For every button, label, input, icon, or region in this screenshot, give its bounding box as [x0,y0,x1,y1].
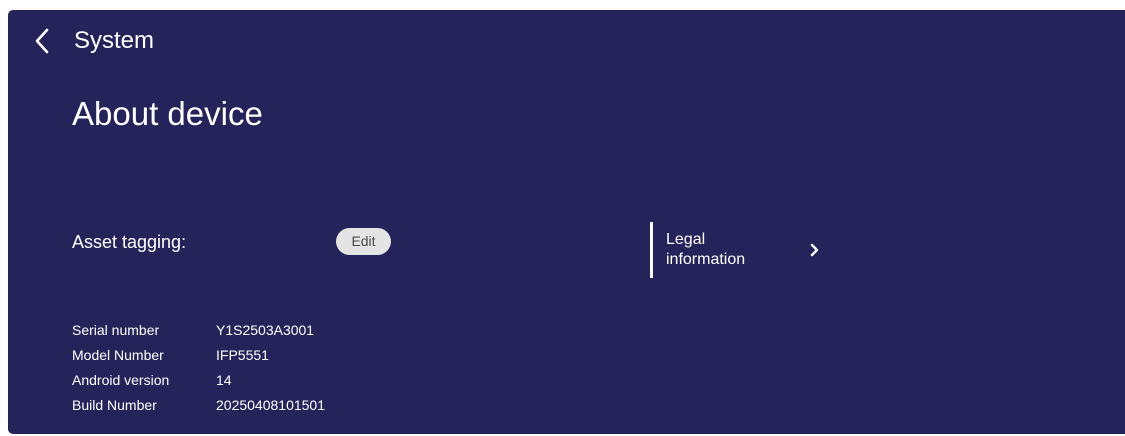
info-label: Model Number [72,346,164,363]
info-label: Build Number [72,396,157,413]
info-row-android-version: Android version 14 [72,367,325,392]
page-title: About device [72,95,263,132]
legal-label-line2: information [666,251,746,268]
edit-button[interactable]: Edit [336,228,391,255]
section-title: System [74,27,155,54]
info-row-model-number: Model Number IFP5551 [72,342,325,367]
info-value: 20250408101501 [216,396,326,413]
back-button[interactable] [34,24,62,58]
asset-tagging-label: Asset tagging: [72,232,187,252]
legal-divider [650,222,653,278]
info-label: Android version [72,371,170,388]
info-row-build-number: Build Number 20250408101501 [72,392,325,417]
info-label: Serial number [72,321,160,338]
device-info-list: Serial number Y1S2503A3001 Model Number … [72,317,325,417]
asset-tagging-row: Asset tagging: Edit [72,228,402,256]
top-bar: System [34,24,154,58]
legal-information-button[interactable]: Legal information [650,222,820,278]
info-value: Y1S2503A3001 [216,321,315,338]
info-row-serial-number: Serial number Y1S2503A3001 [72,317,325,342]
legal-information-label: Legal information [666,230,806,270]
legal-label-line1: Legal [666,231,706,248]
chevron-right-icon [810,243,819,257]
info-value: 14 [216,371,232,388]
info-value: IFP5551 [216,346,269,363]
about-device-screen: System About device Asset tagging: Edit … [8,10,1125,434]
chevron-left-icon [35,28,49,54]
